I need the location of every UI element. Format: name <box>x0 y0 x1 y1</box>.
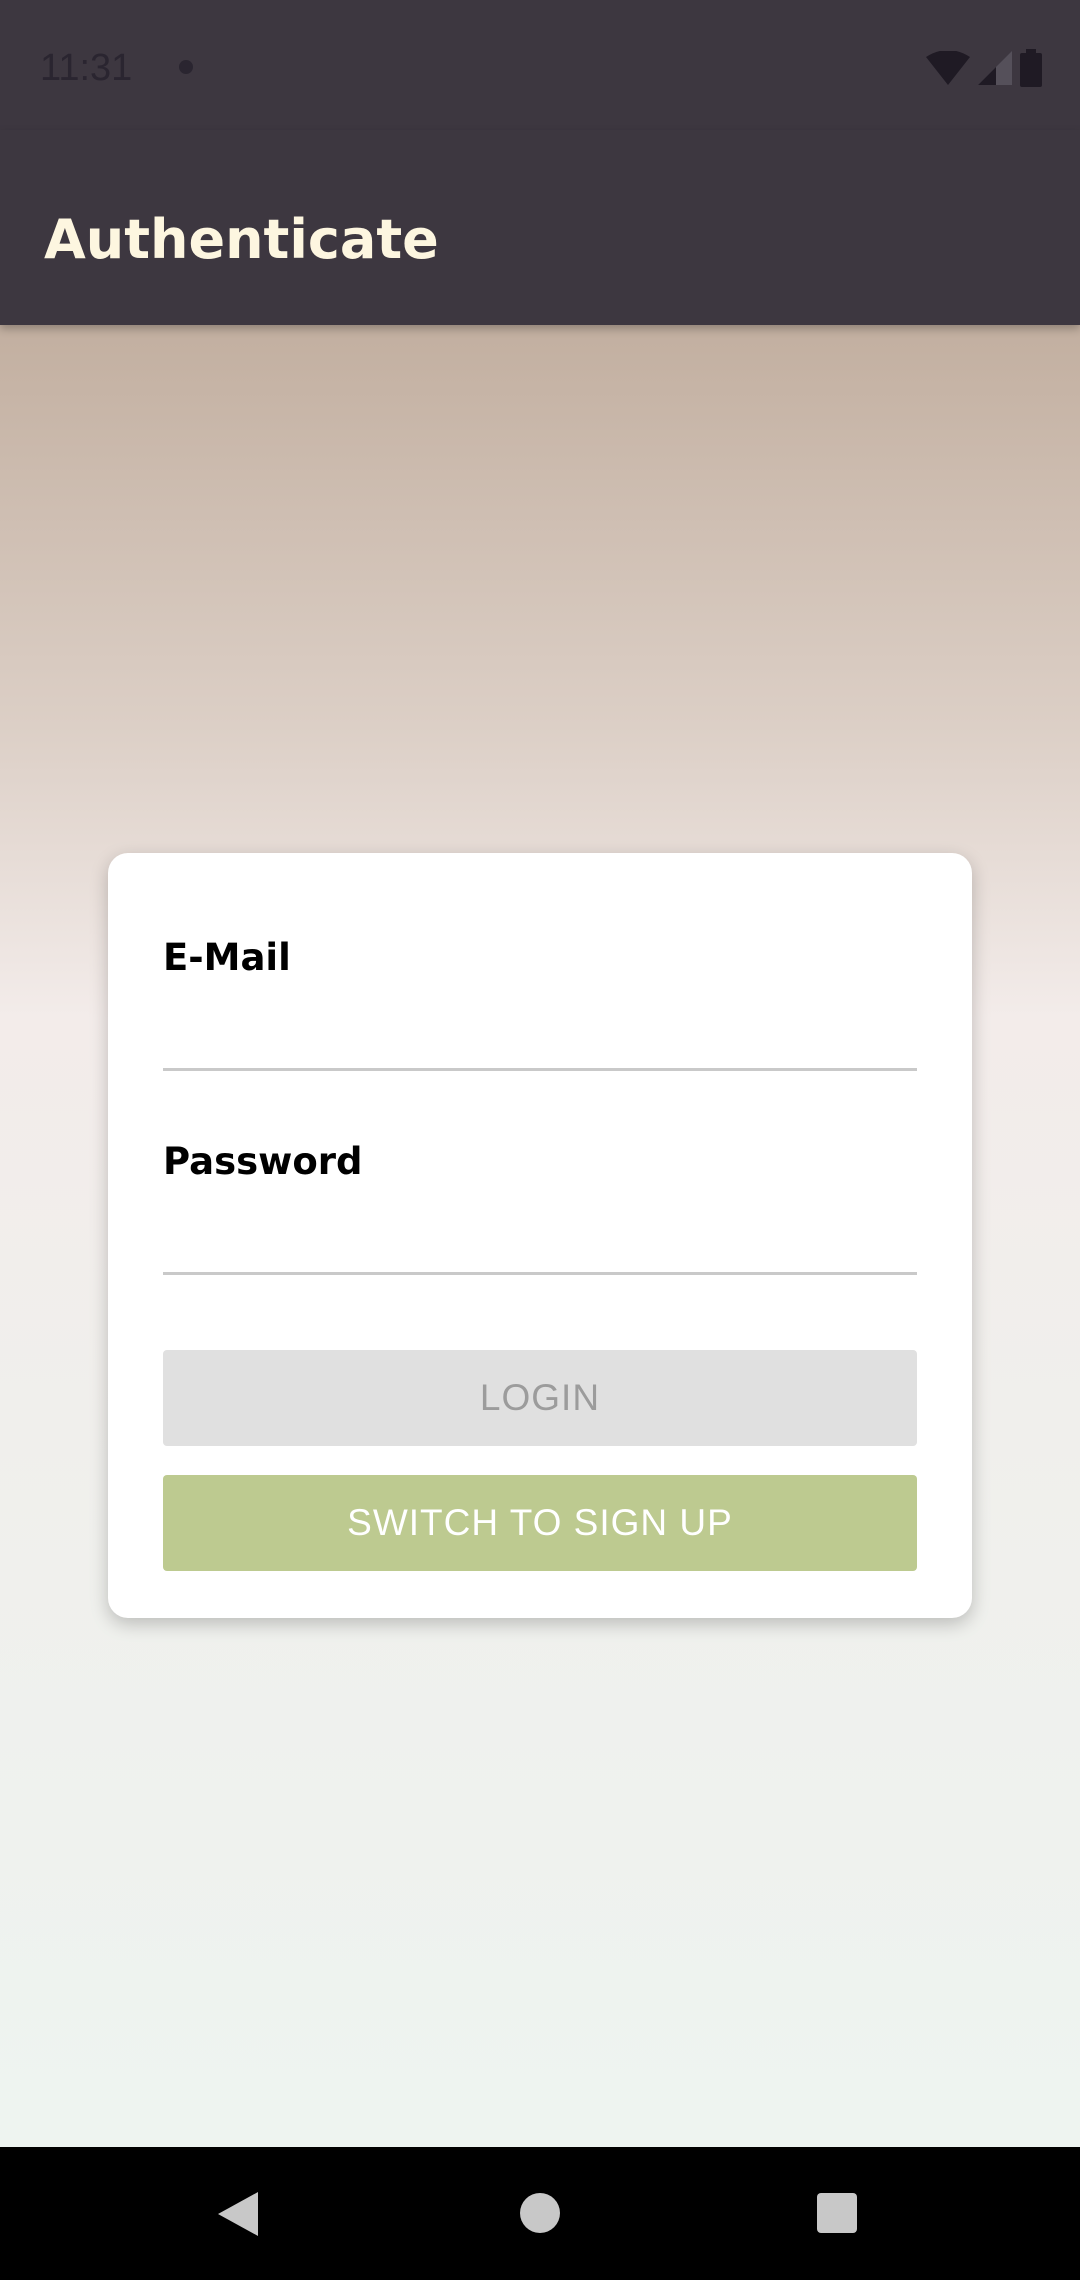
status-bar: 11:31 <box>0 0 1080 130</box>
recents-icon[interactable] <box>817 2193 857 2233</box>
email-input[interactable] <box>163 1001 917 1071</box>
battery-icon <box>1020 49 1042 87</box>
switch-to-signup-button[interactable]: SWITCH TO SIGN UP <box>163 1475 917 1571</box>
status-time: 11:31 <box>40 47 133 89</box>
status-icons <box>926 48 1042 88</box>
cellular-signal-icon <box>978 51 1012 85</box>
home-icon[interactable] <box>520 2193 560 2233</box>
wifi-icon <box>926 51 970 85</box>
back-icon[interactable] <box>218 2192 258 2236</box>
password-input[interactable] <box>163 1205 917 1275</box>
auth-card: E-Mail Password LOGIN SWITCH TO SIGN UP <box>108 853 972 1618</box>
page-title: Authenticate <box>44 208 439 271</box>
email-label: E-Mail <box>163 936 291 979</box>
navigation-bar <box>0 2147 1080 2280</box>
auth-screen-background: E-Mail Password LOGIN SWITCH TO SIGN UP <box>0 325 1080 2147</box>
login-button[interactable]: LOGIN <box>163 1350 917 1446</box>
notification-dot-icon <box>179 60 193 74</box>
password-label: Password <box>163 1140 363 1183</box>
app-bar: Authenticate <box>0 130 1080 325</box>
